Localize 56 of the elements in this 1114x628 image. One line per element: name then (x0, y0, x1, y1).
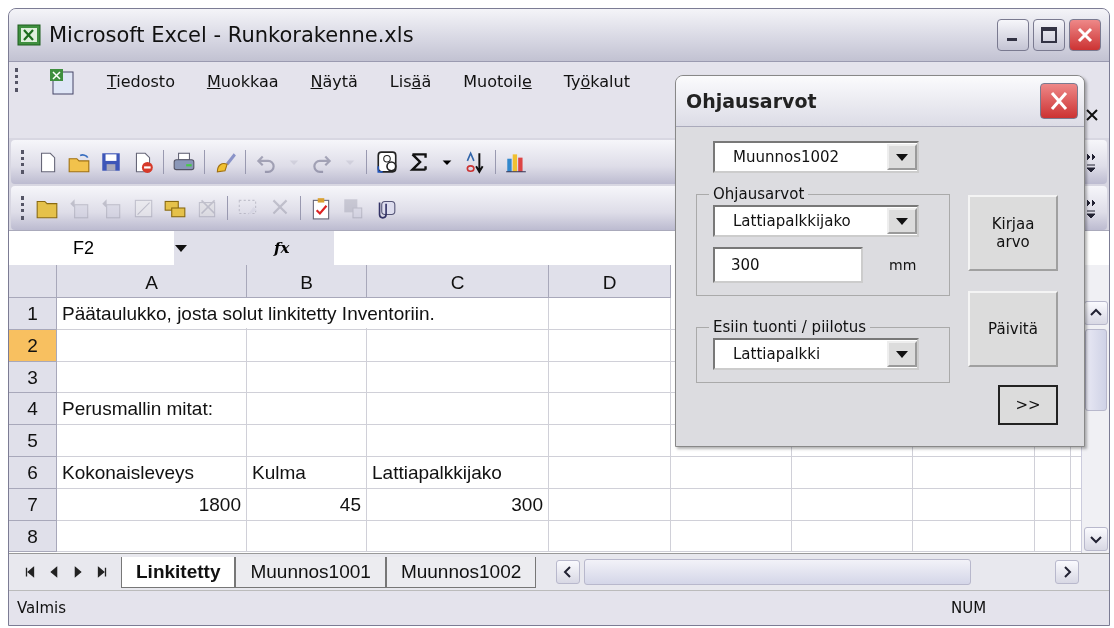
caret-icon[interactable] (174, 243, 188, 253)
column-header[interactable]: A (57, 265, 247, 298)
spreadsheet-icon[interactable] (49, 68, 77, 96)
input-field[interactable]: 300 (713, 247, 863, 283)
scroll-down-button[interactable] (1083, 527, 1108, 551)
close-icon[interactable] (1085, 108, 1099, 122)
unit-label: mm (889, 257, 917, 273)
dialog-button[interactable]: >> (998, 385, 1058, 425)
last-sheet-icon[interactable] (95, 564, 109, 580)
dialog-title: Ohjausarvot (686, 90, 818, 112)
menu-item[interactable]: Näytä (308, 68, 360, 95)
row-header[interactable]: 1 (9, 298, 57, 330)
sheet-tab[interactable]: Muunnos1001 (235, 556, 386, 588)
caret-icon[interactable] (895, 216, 909, 226)
menu-item[interactable]: Muokkaa (204, 68, 281, 95)
window-title: Microsoft Excel - Runkorakenne.xls (49, 23, 415, 47)
column-header[interactable]: D (549, 265, 671, 298)
group-label: Esiin tuonti / piilotus (712, 318, 868, 336)
menu-item[interactable]: Tiedosto (105, 68, 177, 95)
sheet-tab[interactable]: Linkitetty (121, 556, 236, 588)
scroll-right-button[interactable] (1055, 560, 1079, 584)
close-button[interactable] (1069, 19, 1101, 51)
maximize-button[interactable] (1033, 19, 1065, 51)
caret-icon[interactable] (895, 152, 909, 162)
row-header[interactable]: 8 (9, 520, 57, 553)
status-text: Valmis (17, 599, 68, 617)
sheet-tab[interactable]: Muunnos1002 (385, 556, 537, 588)
column-header[interactable]: C (367, 265, 549, 298)
dropdown[interactable]: Lattiapalkki (713, 338, 919, 370)
spreadsheet-icon (17, 23, 41, 47)
dropdown[interactable]: Muunnos1002 (713, 141, 919, 173)
row-header[interactable]: 3 (9, 361, 57, 394)
dialog-button[interactable]: Kirjaa arvo (968, 195, 1058, 271)
row-header[interactable]: 2 (9, 329, 57, 362)
scroll-thumb[interactable] (584, 559, 971, 585)
menu-item[interactable]: Työkalut (561, 68, 632, 95)
scroll-thumb[interactable] (1084, 329, 1107, 411)
caret-icon[interactable] (895, 349, 909, 359)
close-button[interactable] (1040, 83, 1078, 119)
function-label[interactable]: fx (274, 231, 334, 265)
scroll-left-button[interactable] (556, 560, 581, 584)
group-label: Ohjausarvot (712, 185, 806, 203)
scroll-up-button[interactable] (1083, 301, 1108, 325)
menu-item[interactable]: Lisää (387, 68, 434, 95)
column-header[interactable]: B (247, 265, 367, 298)
row-header[interactable]: 6 (9, 457, 57, 489)
dropdown[interactable]: Lattiapalkkijako (713, 205, 919, 237)
row-header[interactable]: 7 (9, 488, 57, 521)
name-box[interactable]: F2 (9, 237, 174, 259)
row-header[interactable]: 4 (9, 393, 57, 426)
minimize-button[interactable] (997, 19, 1029, 51)
row-header[interactable]: 5 (9, 425, 57, 457)
dialog-button[interactable]: Päivitä (968, 291, 1058, 367)
first-sheet-icon[interactable] (23, 564, 37, 580)
menu-item[interactable]: Muotoile (461, 68, 534, 95)
num-lock-indicator: NUM (951, 599, 988, 617)
